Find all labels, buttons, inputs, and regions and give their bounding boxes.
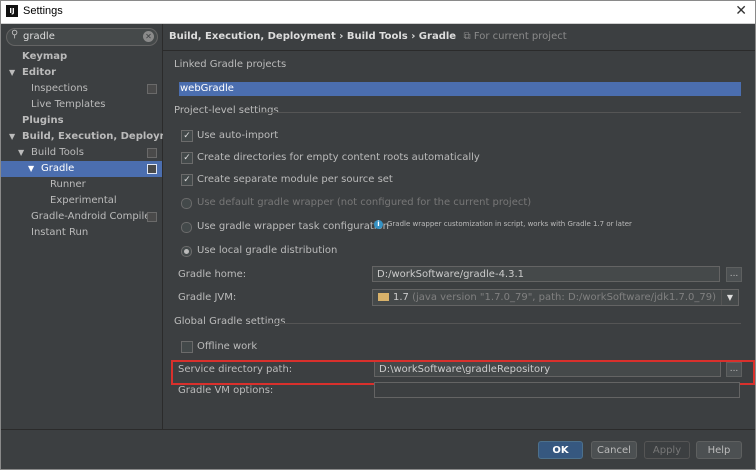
wrapper-note: i Gradle wrapper customization in script,… [374,220,632,229]
wrapper-task-label: Use gradle wrapper task configuration [197,221,390,232]
gradle-home-field[interactable]: D:/workSoftware/gradle-4.3.1 [372,266,720,282]
header-divider [163,50,755,51]
apply-button[interactable]: Apply [644,441,690,459]
browse-button[interactable]: ... [726,267,742,282]
section-divider [258,112,741,113]
sidebar-item-label: Inspections [31,83,88,94]
gradle-jvm-select[interactable]: 1.7 (java version "1.7.0_79", path: D:/w… [372,289,739,306]
cancel-button[interactable]: Cancel [591,441,637,459]
wrapper-task-radio[interactable]: Use gradle wrapper task configuration [181,220,389,234]
dialog-footer: OK Cancel Apply Help [1,429,755,469]
offline-work-checkbox[interactable]: Offline work [181,340,257,354]
vm-options-label: Gradle VM options: [178,385,274,396]
sidebar-item-label: Instant Run [31,227,89,238]
offline-work-label: Offline work [197,341,258,352]
intellij-app-icon: IJ [6,5,18,17]
jvm-hint: (java version "1.7.0_79", path: D:/workS… [412,292,717,303]
radio-button[interactable] [181,222,192,233]
sidebar-item-label: Experimental [50,195,117,206]
gradle-settings-panel: Build, Execution, Deployment › Build Too… [163,24,755,429]
breadcrumb-scope: ⧉ For current project [463,31,567,42]
settings-dialog: IJ Settings ✕ ⚲ gradle ✕ Keymap ▼ Editor… [0,0,756,470]
search-value: gradle [23,31,55,42]
gradle-jvm-label: Gradle JVM: [178,292,237,303]
project-scope-icon [147,212,157,222]
separate-module-label: Create separate module per source set [197,174,393,185]
search-input[interactable]: ⚲ gradle ✕ [6,28,158,46]
project-scope-icon [147,84,157,94]
sidebar-item-build-execution-deployment[interactable]: ▼ Build, Execution, Deployment [1,129,189,145]
help-button[interactable]: Help [696,441,742,459]
sidebar-item-label: Plugins [22,115,64,126]
create-dirs-label: Create directories for empty content roo… [197,152,480,163]
section-divider [266,323,741,324]
sidebar-item-inspections[interactable]: Inspections [1,81,162,97]
project-scope-icon [147,164,157,174]
breadcrumb-path: Build, Execution, Deployment › Build Too… [169,31,457,42]
linked-projects-header: Linked Gradle projects [174,59,287,70]
expand-arrow-icon[interactable]: ▼ [18,145,24,161]
checkbox-unchecked[interactable] [181,341,193,353]
info-icon: i [374,220,383,229]
checkbox-checked[interactable]: ✓ [181,152,193,164]
window-title: Settings [23,5,63,17]
radio-button[interactable] [181,198,192,209]
sidebar-item-label: Runner [50,179,86,190]
expand-arrow-icon[interactable]: ▼ [9,65,15,81]
sidebar-item-gradle-android-compiler[interactable]: Gradle-Android Compiler [1,209,162,225]
gradle-home-label: Gradle home: [178,269,247,280]
sidebar-item-label: Gradle [41,163,75,174]
auto-import-label: Use auto-import [197,130,279,141]
sidebar-item-gradle[interactable]: ▼ Gradle [1,161,162,177]
create-dirs-checkbox[interactable]: ✓ Create directories for empty content r… [181,151,480,165]
sidebar-item-experimental[interactable]: Experimental [1,193,162,209]
search-icon: ⚲ [11,29,19,40]
project-scope-icon [147,148,157,158]
local-dist-label: Use local gradle distribution [197,245,338,256]
sidebar-item-label: Gradle-Android Compiler [31,211,155,222]
global-settings-header: Global Gradle settings [174,316,286,327]
auto-import-checkbox[interactable]: ✓ Use auto-import [181,129,278,143]
radio-button-selected[interactable] [181,246,192,257]
sidebar-item-runner[interactable]: Runner [1,177,162,193]
title-bar: IJ Settings ✕ [1,1,755,24]
sidebar-item-live-templates[interactable]: Live Templates [1,97,162,113]
sidebar-item-editor[interactable]: ▼ Editor [1,65,162,81]
checkbox-checked[interactable]: ✓ [181,130,193,142]
folder-icon [378,293,389,301]
scope-label: For current project [473,31,567,42]
sidebar-item-label: Editor [22,67,56,78]
sidebar-item-build-tools[interactable]: ▼ Build Tools [1,145,162,161]
jvm-version: 1.7 [393,292,409,303]
clear-search-icon[interactable]: ✕ [143,31,154,42]
breadcrumb: Build, Execution, Deployment › Build Too… [169,31,567,42]
close-icon[interactable]: ✕ [735,3,747,19]
linked-project-row[interactable]: webGradle [179,82,741,96]
expand-arrow-icon[interactable]: ▼ [9,129,15,145]
sidebar-item-instant-run[interactable]: Instant Run [1,225,162,241]
settings-sidebar: ⚲ gradle ✕ Keymap ▼ Editor Inspections L… [1,24,189,429]
linked-project-name: webGradle [180,83,234,94]
sidebar-item-plugins[interactable]: Plugins [1,113,162,129]
expand-arrow-icon[interactable]: ▼ [28,161,34,177]
wrapper-note-text: Gradle wrapper customization in script, … [387,220,632,228]
sidebar-item-label: Build Tools [31,147,84,158]
separate-module-checkbox[interactable]: ✓ Create separate module per source set [181,173,393,187]
vm-options-field[interactable] [374,382,740,398]
sidebar-item-label: Live Templates [31,99,106,110]
checkbox-checked[interactable]: ✓ [181,174,193,186]
ok-button[interactable]: OK [538,441,583,459]
local-dist-radio[interactable]: Use local gradle distribution [181,244,337,258]
sidebar-item-keymap[interactable]: Keymap [1,49,162,65]
sidebar-item-label: Keymap [22,51,68,62]
chevron-down-icon[interactable]: ▼ [721,290,738,305]
project-level-header: Project-level settings [174,105,279,116]
default-wrapper-label: Use default gradle wrapper (not configur… [197,197,532,208]
default-wrapper-radio[interactable]: Use default gradle wrapper (not configur… [181,196,531,210]
